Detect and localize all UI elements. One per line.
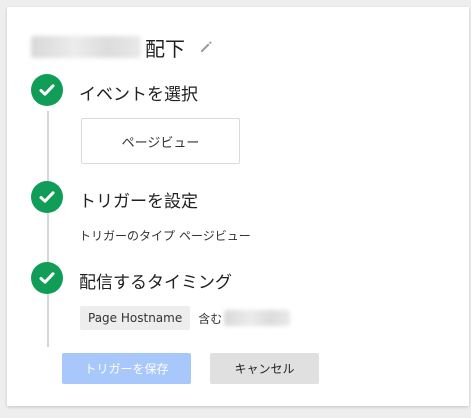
- step1-title: イベントを選択: [79, 85, 198, 105]
- trigger-type-label: トリガーのタイプ: [79, 229, 176, 243]
- trigger-type-detail: トリガーのタイプ ページビュー: [79, 227, 255, 244]
- step2-check-icon: [31, 181, 63, 213]
- step2-title: トリガーを設定: [79, 192, 198, 212]
- trigger-type-value: ページビュー: [179, 229, 251, 243]
- redacted-condition-value: [224, 310, 291, 326]
- pencil-icon[interactable]: [199, 40, 213, 54]
- event-type-card[interactable]: ページビュー: [81, 118, 240, 164]
- condition-variable-chip: Page Hostname: [80, 306, 191, 330]
- condition-operator: 含む: [198, 311, 223, 326]
- save-trigger-button[interactable]: トリガーを保存: [62, 353, 191, 384]
- trigger-editor-panel: 配下 イベントを選択 ページビュー トリガーを設定 トリガーのタイプ ページビュー…: [7, 7, 469, 406]
- trigger-name-suffix: 配下: [145, 36, 185, 61]
- step1-check-icon: [31, 74, 63, 106]
- redacted-trigger-name: [31, 36, 141, 58]
- trigger-name-header[interactable]: 配下: [31, 29, 213, 65]
- cancel-button[interactable]: キャンセル: [210, 353, 319, 384]
- firing-condition: Page Hostname 含む: [80, 306, 291, 330]
- step3-title: 配信するタイミング: [79, 273, 232, 293]
- step3-check-icon: [31, 262, 63, 294]
- step-timeline: [47, 111, 49, 347]
